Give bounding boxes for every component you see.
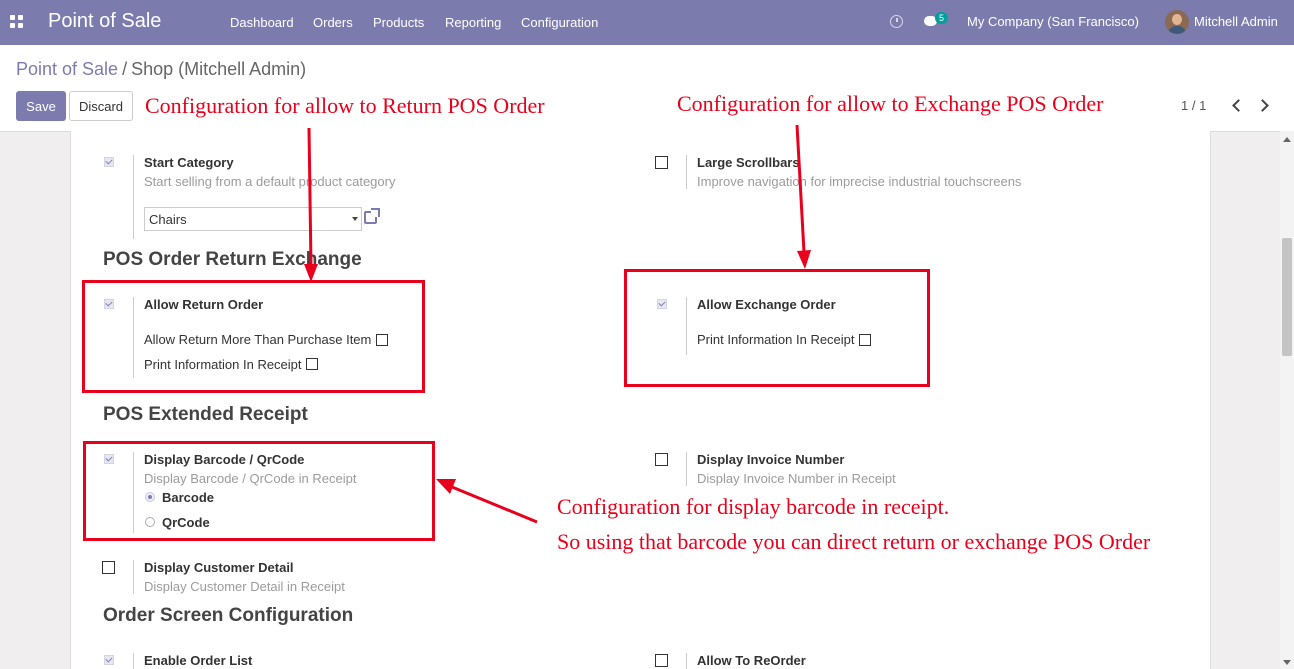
exchange-arrow-line [795, 124, 806, 253]
return-arrow-head [304, 264, 318, 282]
exchange-arrow-head [797, 250, 811, 269]
barcode-arrow-line [451, 485, 538, 524]
return-arrow-line [307, 127, 313, 267]
annotation-arrows [304, 124, 811, 524]
barcode-arrow-head [436, 479, 456, 494]
